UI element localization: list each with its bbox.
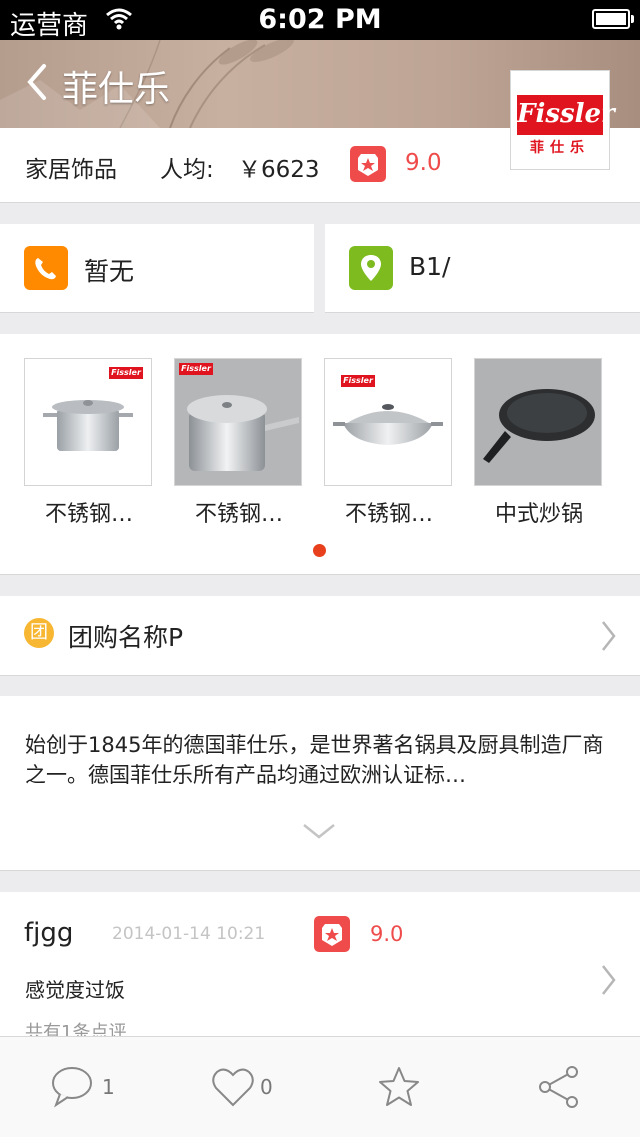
brand-logo: Fissler 菲仕乐: [510, 70, 615, 170]
bottom-toolbar: 1 0: [0, 1036, 640, 1137]
product-carousel: Fissler 不锈钢… Fissler 不锈钢… Fissler 不锈钢… 中…: [0, 334, 640, 575]
product-name: 不锈钢…: [194, 502, 283, 527]
share-button[interactable]: [536, 1065, 582, 1109]
comment-bubble-icon: [52, 1067, 92, 1108]
group-buy-label: 团购名称P: [68, 623, 184, 652]
description-section: 始创于1845年的德国菲仕乐，是世界著名锅具及厨具制造厂商之一。德国菲仕乐所有产…: [0, 696, 640, 871]
saucepan-image: [175, 359, 301, 485]
product-thumbnail: Fissler: [24, 358, 152, 486]
logo-brand-text: Fissler: [517, 95, 615, 135]
product-name: 不锈钢…: [344, 502, 433, 527]
product-item[interactable]: Fissler 不锈钢…: [324, 358, 454, 528]
category-label: 家居饰品: [25, 157, 117, 183]
rating-badge-icon: [350, 146, 386, 182]
status-bar: 运营商 6:02 PM: [0, 0, 640, 41]
product-item[interactable]: Fissler 不锈钢…: [174, 358, 304, 528]
contact-row: 暂无 B1/: [0, 224, 640, 313]
frying-pan-image: [475, 359, 601, 485]
chevron-right-icon: [600, 620, 616, 656]
heart-icon: [212, 1068, 254, 1107]
average-price-value: ￥6623: [238, 157, 320, 183]
expand-chevron-down-icon[interactable]: [302, 822, 336, 844]
page-title: 菲仕乐: [62, 69, 171, 110]
brand-mini-logo: Fissler: [179, 363, 213, 375]
star-icon: [379, 1067, 419, 1106]
product-item[interactable]: Fissler 不锈钢…: [24, 358, 154, 528]
product-thumbnail: Fissler: [174, 358, 302, 486]
review-username: fjgg: [24, 918, 74, 948]
phone-number: 暂无: [84, 257, 135, 286]
carousel-page-indicator[interactable]: [313, 544, 326, 557]
description-text: 始创于1845年的德国菲仕乐，是世界著名锅具及厨具制造厂商之一。德国菲仕乐所有产…: [25, 733, 604, 787]
share-icon: [539, 1066, 578, 1108]
favorite-button[interactable]: [376, 1065, 422, 1109]
phone-button[interactable]: 暂无: [0, 224, 314, 313]
product-name: 不锈钢…: [44, 502, 133, 527]
clock: 6:02 PM: [258, 4, 382, 35]
product-thumbnail: Fissler: [324, 358, 452, 486]
review-date: 2014-01-14 10:21: [112, 924, 266, 944]
chevron-right-icon: [600, 964, 616, 1000]
back-chevron-icon[interactable]: [26, 62, 48, 106]
review-comment: 感觉度过饭: [25, 978, 125, 1002]
phone-icon: [24, 246, 68, 290]
product-name: 中式炒锅: [494, 502, 583, 527]
brand-mini-logo: Fissler: [109, 367, 143, 379]
review-card[interactable]: fjgg 2014-01-14 10:21 9.0 感觉度过饭 共有1条点评: [0, 892, 640, 1052]
comment-count: 1: [102, 1075, 115, 1099]
comment-button[interactable]: 1: [50, 1065, 120, 1109]
location-button[interactable]: B1/: [325, 224, 640, 313]
brand-mini-logo: Fissler: [341, 375, 375, 387]
product-item[interactable]: 中式炒锅: [474, 358, 604, 528]
like-button[interactable]: 0: [210, 1065, 280, 1109]
location-pin-icon: [349, 246, 393, 290]
battery-icon: [592, 9, 634, 29]
logo-sub-text: 菲仕乐: [530, 140, 590, 156]
average-price-label: 人均:: [160, 157, 214, 183]
location-text: B1/: [409, 252, 451, 281]
like-count: 0: [260, 1075, 273, 1099]
group-buy-row[interactable]: 团 团购名称P: [0, 596, 640, 676]
group-buy-icon: 团: [24, 618, 54, 648]
rating-score: 9.0: [405, 150, 442, 176]
product-thumbnail: [474, 358, 602, 486]
review-score: 9.0: [370, 922, 404, 946]
review-rating-badge-icon: [314, 916, 350, 952]
